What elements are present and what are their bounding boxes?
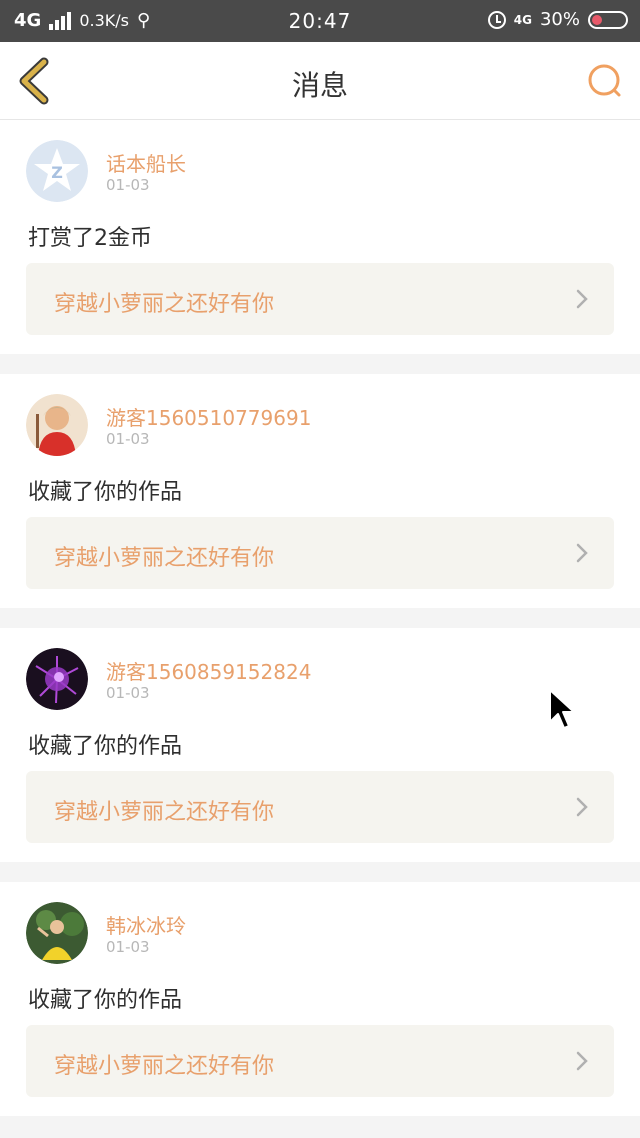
action-text: 打赏了2金币 <box>28 226 152 251</box>
username[interactable]: 游客1560510779691 <box>106 402 311 431</box>
user-photo-avatar <box>26 648 88 710</box>
date: 01-03 <box>106 938 150 956</box>
action-text: 收藏了你的作品 <box>28 480 183 505</box>
avatar[interactable] <box>26 648 88 710</box>
action-text: 收藏了你的作品 <box>28 988 183 1013</box>
app-header: 消息 <box>0 42 640 120</box>
user-photo-avatar <box>26 394 88 456</box>
default-avatar-icon: Z <box>26 140 88 202</box>
work-title: 穿越小萝丽之还好有你 <box>54 800 275 825</box>
search-icon <box>588 64 621 97</box>
battery-percent: 30% <box>539 9 580 30</box>
svg-text:Z: Z <box>51 163 63 182</box>
date: 01-03 <box>106 684 150 702</box>
battery-level <box>592 14 602 25</box>
chevron-right-icon <box>576 1051 588 1071</box>
work-link[interactable]: 穿越小萝丽之还好有你 <box>26 771 614 843</box>
mouse-cursor-icon <box>549 689 575 729</box>
page-title: 消息 <box>291 69 348 102</box>
username[interactable]: 话本船长 <box>106 148 186 177</box>
action-text: 收藏了你的作品 <box>28 734 183 759</box>
notification-list: Z 话本船长 01-03 打赏了2金币 穿越小萝丽之还好有你 游客1560510… <box>0 120 640 1116</box>
user-photo-avatar <box>26 902 88 964</box>
avatar[interactable]: Z <box>26 140 88 202</box>
status-bar: 4G 0.3K/s ⚲ 20:47 4G 30% <box>0 0 640 42</box>
bottom-divider <box>0 1130 640 1138</box>
work-title: 穿越小萝丽之还好有你 <box>54 546 275 571</box>
alarm-icon <box>487 10 506 29</box>
username[interactable]: 游客1560859152824 <box>106 656 311 685</box>
chevron-right-icon <box>576 289 588 309</box>
work-link[interactable]: 穿越小萝丽之还好有你 <box>26 263 614 335</box>
avatar[interactable] <box>26 902 88 964</box>
chevron-right-icon <box>576 797 588 817</box>
network-type-secondary: 4G <box>513 12 532 27</box>
work-link[interactable]: 穿越小萝丽之还好有你 <box>26 517 614 589</box>
work-link[interactable]: 穿越小萝丽之还好有你 <box>26 1025 614 1097</box>
notification-item: 游客1560859152824 01-03 收藏了你的作品 穿越小萝丽之还好有你 <box>0 628 640 862</box>
battery-icon <box>588 10 628 29</box>
chevron-right-icon <box>576 543 588 563</box>
search-button[interactable] <box>586 62 624 100</box>
username[interactable]: 韩冰冰玲 <box>106 910 186 939</box>
notification-item: 游客1560510779691 01-03 收藏了你的作品 穿越小萝丽之还好有你 <box>0 374 640 608</box>
work-title: 穿越小萝丽之还好有你 <box>54 292 275 317</box>
date: 01-03 <box>106 176 150 194</box>
notification-item: Z 话本船长 01-03 打赏了2金币 穿越小萝丽之还好有你 <box>0 120 640 354</box>
date: 01-03 <box>106 430 150 448</box>
work-title: 穿越小萝丽之还好有你 <box>54 1054 275 1079</box>
notification-item: 韩冰冰玲 01-03 收藏了你的作品 穿越小萝丽之还好有你 <box>0 882 640 1116</box>
avatar[interactable] <box>26 394 88 456</box>
